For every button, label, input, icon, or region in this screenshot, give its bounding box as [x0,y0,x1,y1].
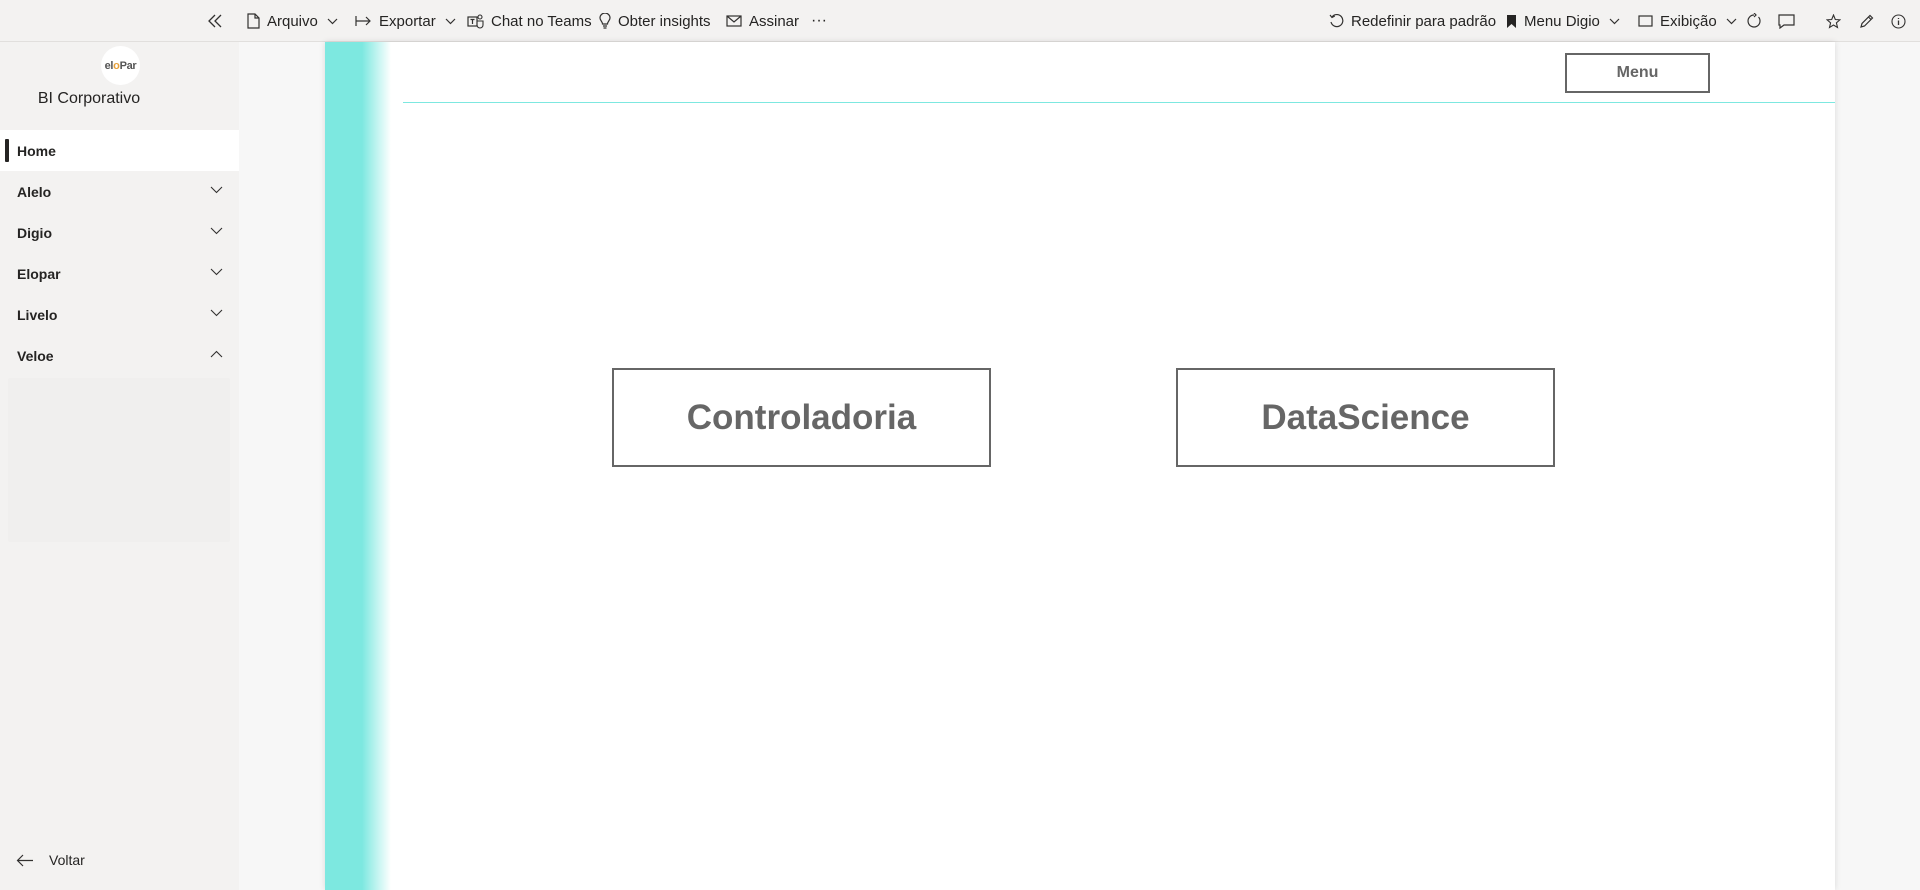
collapse-nav-button[interactable] [207,0,223,42]
nav-item-label: Home [17,142,56,159]
insights-label: Obter insights [618,12,711,30]
view-menu[interactable]: Exibição [1638,0,1737,42]
controladoria-button[interactable]: Controladoria [612,368,991,467]
nav-item-digio[interactable]: Digio [0,212,239,253]
bookmark-icon [1507,14,1516,28]
chevron-down-icon [1609,18,1620,24]
edit-button[interactable] [1859,0,1874,42]
subscribe-button[interactable]: Assinar [726,0,799,42]
reset-button[interactable]: Redefinir para padrão [1329,0,1496,42]
view-label: Exibição [1660,12,1717,30]
file-menu[interactable]: Arquivo [247,0,338,42]
more-options-button[interactable]: ··· [811,0,827,42]
chevron-down-icon [210,227,223,235]
chevron-down-icon [327,18,338,24]
chevron-down-icon [210,268,223,276]
menu-button[interactable]: Menu [1565,53,1710,93]
export-label: Exportar [379,12,436,30]
nav-item-alelo[interactable]: Alelo [0,171,239,212]
teal-accent-stripe [325,42,391,890]
chevron-down-icon [210,309,223,317]
star-icon [1826,13,1841,29]
file-icon [247,13,260,29]
arrow-left-icon [16,854,33,866]
back-button[interactable]: Voltar [16,852,85,868]
header-divider [403,102,1835,103]
teams-chat-button[interactable]: Chat no Teams [467,0,592,42]
veloe-expanded-panel [8,378,230,542]
back-label: Voltar [49,852,85,868]
nav-item-label: Elopar [17,265,61,282]
datascience-button[interactable]: DataScience [1176,368,1555,467]
nav-item-elopar[interactable]: Elopar [0,253,239,294]
refresh-button[interactable] [1746,0,1762,42]
workspace-title: BI Corporativo [37,90,141,107]
info-button[interactable] [1891,0,1906,42]
more-options-icon: ··· [811,12,827,29]
comments-button[interactable] [1778,0,1795,42]
chevron-down-icon [1726,18,1737,24]
view-icon [1638,15,1653,27]
insights-button[interactable]: Obter insights [599,0,711,42]
reset-icon [1329,13,1344,27]
mail-icon [726,15,742,27]
nav-item-label: Livelo [17,306,58,323]
file-label: Arquivo [267,12,318,30]
double-chevron-left-icon [208,14,222,28]
export-menu[interactable]: Exportar [355,0,456,42]
nav-item-livelo[interactable]: Livelo [0,294,239,335]
pencil-icon [1860,14,1874,28]
refresh-icon [1747,13,1761,28]
lightbulb-icon [599,13,611,29]
nav-item-veloe[interactable]: Veloe [0,335,239,376]
info-icon [1891,13,1906,29]
export-arrow-icon [355,16,371,26]
report-page: Menu Controladoria DataScience [325,42,1835,890]
teams-label: Chat no Teams [491,12,592,30]
app-navigation-sidebar: el o Par BI Corporativo Home Alelo Digio E… [0,42,239,890]
comment-icon [1778,13,1795,29]
teams-icon [467,13,484,28]
subscribe-label: Assinar [749,12,800,30]
logo-text-part: el [104,59,114,72]
chevron-down-icon [445,18,456,24]
nav-item-label: Veloe [17,347,54,364]
chevron-down-icon [210,186,223,194]
chevron-up-icon [210,350,223,358]
bookmark-menu[interactable]: Menu Digio [1506,0,1620,42]
nav-list: Home Alelo Digio Elopar Livelo Veloe [0,130,239,376]
bookmark-label: Menu Digio [1524,12,1600,30]
nav-item-label: Alelo [17,183,52,200]
favorite-button[interactable] [1826,0,1841,42]
elopar-logo: el o Par [101,46,140,85]
nav-item-label: Digio [17,224,52,241]
logo-text-part: Par [119,59,137,72]
reset-label: Redefinir para padrão [1351,12,1497,30]
top-toolbar: Arquivo Exportar Chat no Teams Obter ins… [0,0,1920,42]
nav-item-home[interactable]: Home [0,130,239,171]
